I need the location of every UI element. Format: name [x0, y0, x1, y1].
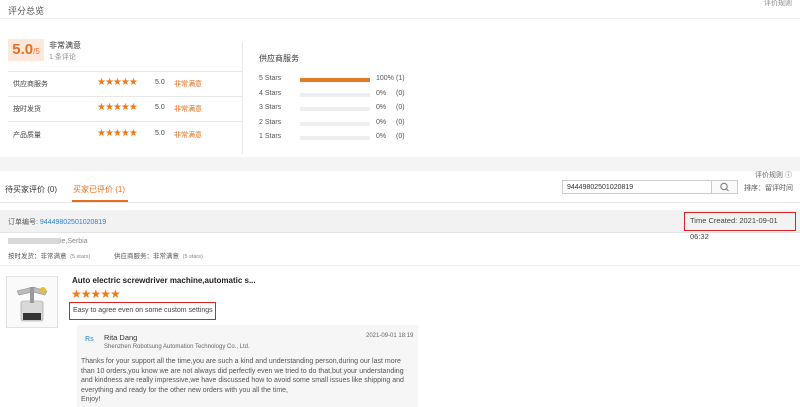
sort-dropdown[interactable]: 排序：留评时间	[744, 183, 793, 193]
order-number-link[interactable]: 94449802501020819	[40, 219, 106, 226]
rating-row-stars: ★★★★★	[97, 102, 138, 113]
buyer-name: ie,Serbia	[8, 238, 88, 245]
divider	[0, 202, 800, 203]
redacted-name	[8, 238, 60, 245]
star-level-count: (1)	[396, 75, 405, 82]
divider	[0, 265, 800, 266]
star-level-percent: 100%	[376, 75, 394, 82]
time-created: Time Created: 2021-09-01 06:32	[684, 212, 796, 241]
star-level-count: (0)	[396, 104, 405, 111]
star-level-percent: 0%	[376, 104, 387, 111]
order-header	[0, 210, 800, 233]
tab-buyer-reviewed[interactable]: 买家已评价 (1)	[73, 184, 125, 195]
rating-row-tag: 非常满意	[174, 81, 202, 88]
tab-pending-reviews[interactable]: 待买家评价 (0)	[5, 184, 57, 195]
star-level-count: (0)	[396, 133, 405, 140]
product-title[interactable]: Auto electric screwdriver machine,automa…	[72, 276, 256, 285]
company-logo-icon: Rs	[85, 336, 94, 343]
review-rules-link[interactable]: 评价规则 ⓘ	[755, 170, 792, 180]
divider	[0, 18, 800, 19]
rating-row-value: 5.0	[155, 130, 165, 137]
overall-label: 非常满意	[49, 41, 81, 50]
review-text: Easy to agree even on some custom settin…	[69, 302, 216, 320]
star-level-label: 4 Stars	[259, 90, 282, 97]
product-rating-stars: ★★★★★	[71, 287, 121, 301]
rating-row-stars: ★★★★★	[97, 128, 138, 139]
star-level-percent: 0%	[376, 90, 387, 97]
star-level-percent: 0%	[376, 133, 387, 140]
buyer-rating-service: 供应商服务：非常满意 (5 stars)	[114, 253, 203, 260]
star-level-count: (0)	[396, 119, 405, 126]
divider	[242, 42, 243, 154]
search-button[interactable]	[712, 180, 738, 194]
reply-text: Thanks for your support all the time,you…	[81, 358, 404, 403]
rating-row-label: 产品质量	[13, 132, 41, 139]
reply-time: 2021-09-01 18:19	[366, 333, 414, 339]
star-level-bar	[300, 93, 370, 97]
rating-row-value: 5.0	[155, 104, 165, 111]
star-level-label: 1 Stars	[259, 133, 282, 140]
star-level-percent: 0%	[376, 119, 387, 126]
section-gap	[0, 157, 800, 171]
reply-author: Rita Dang	[104, 333, 138, 342]
rules-link-top[interactable]: 评价规则	[764, 0, 792, 8]
rating-row-tag: 非常满意	[174, 106, 202, 113]
divider	[8, 121, 242, 122]
supplier-service-title: 供应商服务	[259, 54, 299, 63]
star-level-bar	[300, 78, 370, 82]
star-level-label: 5 Stars	[259, 75, 282, 82]
star-level-bar	[300, 107, 370, 111]
star-level-label: 3 Stars	[259, 104, 282, 111]
screwdriver-machine-image	[16, 286, 48, 322]
star-level-bar	[300, 136, 370, 140]
page-title: 评分总览	[8, 6, 45, 16]
divider	[8, 96, 242, 97]
review-count: 1 条评论	[49, 54, 76, 61]
overall-score: 5.0/5	[8, 39, 44, 61]
rating-row-label: 按时发货	[13, 106, 41, 113]
order-number: 订单编号: 94449802501020819	[8, 219, 107, 226]
reply-company: Shenzhen Robotsung Automation Technology…	[104, 344, 250, 350]
rating-row-tag: 非常满意	[174, 132, 202, 139]
rating-row-value: 5.0	[155, 79, 165, 86]
divider	[8, 71, 242, 72]
star-level-count: (0)	[396, 90, 405, 97]
order-search-input[interactable]: 94449802501020819	[562, 180, 712, 194]
star-level-label: 2 Stars	[259, 119, 282, 126]
buyer-rating-ontime: 按时发货：非常满意 (5 stars)	[8, 253, 91, 260]
rating-row-stars: ★★★★★	[97, 77, 138, 88]
star-level-fill	[300, 78, 370, 82]
rating-row-label: 供应商服务	[13, 81, 48, 88]
product-thumbnail[interactable]	[6, 276, 58, 328]
search-icon	[719, 182, 729, 192]
star-level-bar	[300, 122, 370, 126]
